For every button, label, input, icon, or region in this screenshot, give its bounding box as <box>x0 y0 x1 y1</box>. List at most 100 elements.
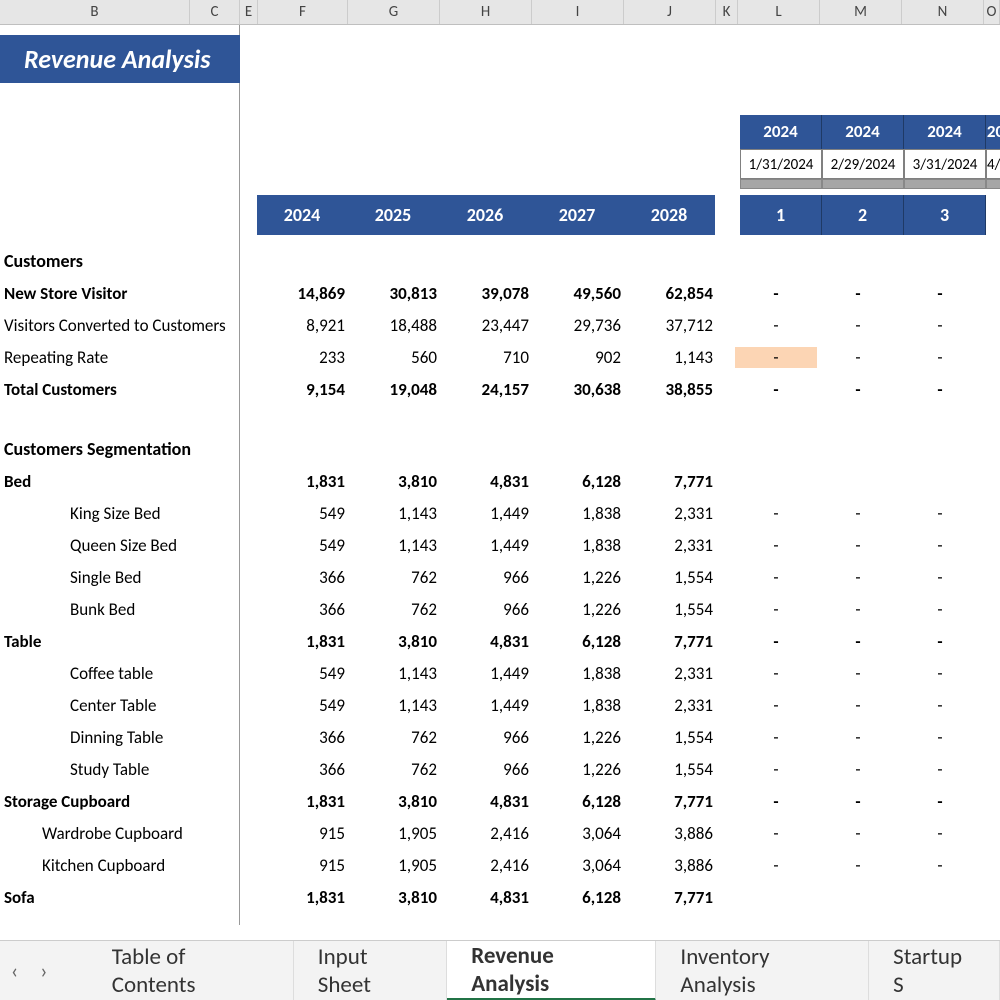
month-year-cell[interactable]: 2024 <box>740 115 822 149</box>
data-cell-monthly[interactable]: - <box>817 791 899 812</box>
data-cell-monthly[interactable]: - <box>735 727 817 748</box>
data-cell-monthly[interactable]: - <box>899 759 981 780</box>
row-label[interactable]: Repeating Rate <box>0 347 255 368</box>
data-cell-monthly[interactable]: - <box>899 535 981 556</box>
data-cell[interactable]: 2,331 <box>621 695 713 716</box>
year-header[interactable]: 2027 <box>531 195 623 235</box>
data-cell[interactable]: 1,831 <box>255 471 345 492</box>
month-date-cell[interactable]: 3/31/2024 <box>904 149 986 179</box>
data-cell-monthly[interactable]: - <box>817 599 899 620</box>
data-cell[interactable]: 2,331 <box>621 535 713 556</box>
data-cell[interactable]: 1,143 <box>345 695 437 716</box>
data-cell[interactable]: 1,554 <box>621 727 713 748</box>
month-number[interactable]: 3 <box>904 195 986 235</box>
data-cell-monthly[interactable]: - <box>817 315 899 336</box>
sheet-tab[interactable]: Revenue Analysis <box>447 941 656 1000</box>
data-cell[interactable]: 549 <box>255 695 345 716</box>
data-cell[interactable]: 1,449 <box>437 503 529 524</box>
data-cell[interactable]: 710 <box>437 347 529 368</box>
sheet-tab[interactable]: Table of Contents <box>88 941 294 1000</box>
data-cell[interactable]: 966 <box>437 727 529 748</box>
data-cell-monthly[interactable]: - <box>899 727 981 748</box>
data-cell[interactable]: 1,838 <box>529 695 621 716</box>
data-cell[interactable]: 8,921 <box>255 315 345 336</box>
data-cell[interactable]: 37,712 <box>621 315 713 336</box>
data-cell[interactable]: 3,886 <box>621 823 713 844</box>
data-cell-monthly[interactable]: - <box>817 759 899 780</box>
data-cell[interactable]: 3,886 <box>621 855 713 876</box>
col-G[interactable]: G <box>348 0 440 24</box>
data-cell-monthly[interactable]: - <box>817 823 899 844</box>
data-cell[interactable]: 1,838 <box>529 535 621 556</box>
data-cell[interactable]: 966 <box>437 567 529 588</box>
sheet-tab[interactable]: Inventory Analysis <box>656 941 869 1000</box>
data-cell[interactable]: 29,736 <box>529 315 621 336</box>
data-cell-monthly[interactable]: - <box>817 283 899 304</box>
row-label[interactable]: Storage Cupboard <box>0 791 255 812</box>
data-cell[interactable]: 549 <box>255 663 345 684</box>
data-cell[interactable]: 1,449 <box>437 663 529 684</box>
data-cell-monthly[interactable]: - <box>735 663 817 684</box>
data-cell[interactable]: 762 <box>345 599 437 620</box>
col-L[interactable]: L <box>738 0 820 24</box>
data-cell[interactable]: 1,831 <box>255 631 345 652</box>
data-cell-monthly[interactable]: - <box>899 503 981 524</box>
data-cell-monthly[interactable]: - <box>817 503 899 524</box>
data-cell-monthly[interactable]: - <box>817 695 899 716</box>
data-cell[interactable]: 49,560 <box>529 283 621 304</box>
data-cell[interactable]: 366 <box>255 759 345 780</box>
data-cell[interactable]: 6,128 <box>529 631 621 652</box>
data-cell[interactable]: 7,771 <box>621 791 713 812</box>
data-cell[interactable]: 14,869 <box>255 283 345 304</box>
data-cell[interactable]: 6,128 <box>529 887 621 908</box>
data-cell[interactable]: 7,771 <box>621 887 713 908</box>
tab-nav-prev[interactable]: ‹ <box>0 957 29 984</box>
data-cell[interactable]: 23,447 <box>437 315 529 336</box>
data-cell[interactable]: 560 <box>345 347 437 368</box>
data-cell-monthly[interactable]: - <box>899 315 981 336</box>
col-O[interactable]: O <box>984 0 1000 24</box>
row-label[interactable]: Dinning Table <box>0 727 255 748</box>
data-cell[interactable]: 902 <box>529 347 621 368</box>
data-cell[interactable]: 762 <box>345 727 437 748</box>
data-cell-monthly[interactable]: - <box>899 663 981 684</box>
data-cell[interactable]: 1,831 <box>255 887 345 908</box>
data-cell-monthly[interactable]: - <box>899 379 981 400</box>
data-cell-monthly[interactable]: - <box>899 631 981 652</box>
data-cell[interactable]: 30,638 <box>529 379 621 400</box>
row-label[interactable]: New Store Visitor <box>0 283 255 304</box>
row-label[interactable]: Bed <box>0 471 255 492</box>
month-year-cell[interactable]: 2024 <box>822 115 904 149</box>
year-header[interactable]: 2026 <box>439 195 531 235</box>
row-label[interactable]: Table <box>0 631 255 652</box>
data-cell-monthly[interactable]: - <box>735 567 817 588</box>
data-cell[interactable]: 62,854 <box>621 283 713 304</box>
data-cell-monthly[interactable]: - <box>735 315 817 336</box>
data-cell-monthly[interactable]: - <box>899 855 981 876</box>
data-cell-monthly[interactable]: - <box>735 791 817 812</box>
data-cell[interactable]: 1,905 <box>345 855 437 876</box>
row-label[interactable]: Kitchen Cupboard <box>0 855 255 876</box>
data-cell[interactable]: 1,554 <box>621 567 713 588</box>
data-cell[interactable]: 549 <box>255 503 345 524</box>
data-cell-monthly[interactable]: - <box>817 727 899 748</box>
data-cell-monthly[interactable]: - <box>735 503 817 524</box>
data-cell[interactable]: 1,831 <box>255 791 345 812</box>
data-cell[interactable]: 1,449 <box>437 695 529 716</box>
data-cell[interactable]: 1,226 <box>529 567 621 588</box>
row-label[interactable]: Wardrobe Cupboard <box>0 823 255 844</box>
data-cell[interactable]: 3,810 <box>345 887 437 908</box>
data-cell[interactable]: 1,143 <box>345 535 437 556</box>
data-cell[interactable]: 2,331 <box>621 663 713 684</box>
data-cell[interactable]: 762 <box>345 567 437 588</box>
data-cell-monthly[interactable]: - <box>899 823 981 844</box>
row-label[interactable]: Visitors Converted to Customers <box>0 315 255 336</box>
data-cell-monthly[interactable]: - <box>735 855 817 876</box>
month-number[interactable]: 2 <box>822 195 904 235</box>
data-cell[interactable]: 966 <box>437 599 529 620</box>
col-F[interactable]: F <box>258 0 348 24</box>
col-N[interactable]: N <box>902 0 984 24</box>
data-cell[interactable]: 1,838 <box>529 663 621 684</box>
data-cell[interactable]: 18,488 <box>345 315 437 336</box>
data-cell-monthly[interactable]: - <box>899 695 981 716</box>
